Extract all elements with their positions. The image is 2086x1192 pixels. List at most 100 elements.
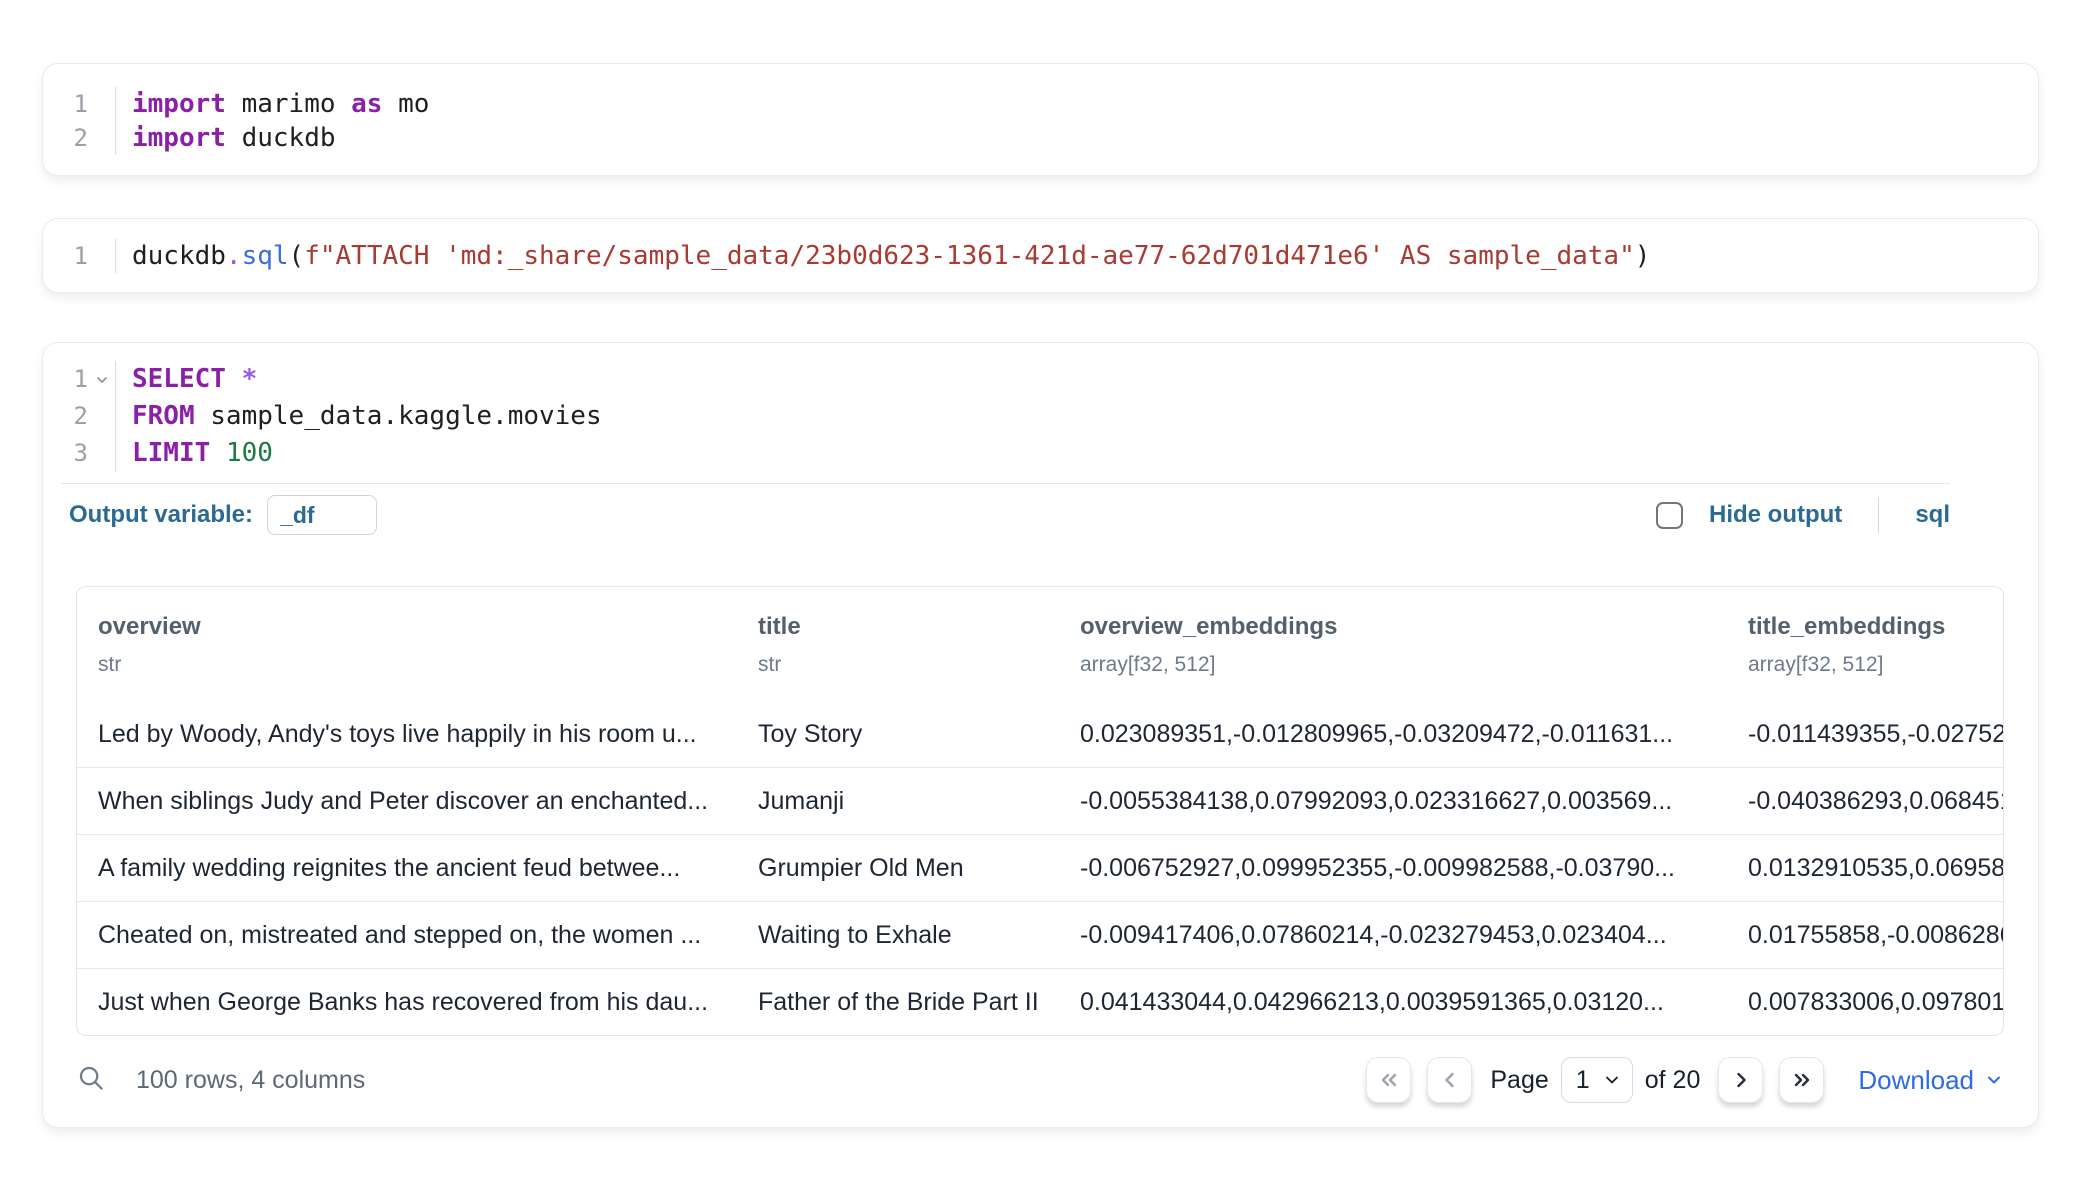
code-token [210, 438, 226, 468]
cell-overview: Just when George Banks has recovered fro… [77, 969, 740, 1036]
output-variable-label: Output variable: [69, 501, 253, 529]
table-row: A family wedding reignites the ancient f… [77, 835, 2004, 902]
code-token: * [242, 364, 258, 394]
page-label: Page [1490, 1066, 1548, 1095]
line-number: 2 [44, 121, 88, 155]
first-page-button[interactable] [1366, 1057, 1411, 1103]
column-header-overview-embeddings[interactable]: overview_embeddings array[f32, 512] [1062, 587, 1730, 701]
column-header-title-embeddings[interactable]: title_embeddings array[f32, 512] [1730, 587, 2004, 701]
cell-title: Grumpier Old Men [740, 835, 1062, 902]
line-gutter: 3 [43, 435, 116, 472]
code-token: import [132, 89, 226, 119]
page-number-select[interactable]: 1 [1561, 1057, 1633, 1103]
column-dtype: str [758, 651, 1056, 679]
code-cell-imports[interactable]: 1 import marimo as mo 2 import duckdb [42, 63, 2039, 176]
column-name: overview [98, 611, 734, 643]
cell-title-embeddings: 0.0132910535,0.069581 [1730, 835, 2004, 902]
cell-overview-embeddings: 0.023089351,-0.012809965,-0.03209472,-0.… [1062, 701, 1730, 768]
cell-title-embeddings: -0.040386293,0.068451 [1730, 768, 2004, 835]
notebook-page: 1 import marimo as mo 2 import duckdb 1 … [0, 0, 2086, 1192]
column-header-overview[interactable]: overview str [77, 587, 740, 701]
toolbar-divider [1878, 497, 1879, 533]
cell-title: Jumanji [740, 768, 1062, 835]
cell-title: Waiting to Exhale [740, 902, 1062, 969]
code-token [226, 364, 242, 394]
table-row: Cheated on, mistreated and stepped on, t… [77, 902, 2004, 969]
code-editor[interactable]: 1 SELECT * 2 FROM sample_data.kaggle.mov… [43, 343, 2038, 483]
chevron-left-icon [1438, 1068, 1462, 1092]
code-token: ( [289, 241, 305, 271]
line-number: 1 [44, 87, 88, 121]
column-dtype: array[f32, 512] [1080, 651, 1724, 679]
cell-overview: Cheated on, mistreated and stepped on, t… [77, 902, 740, 969]
search-icon[interactable] [76, 1063, 106, 1098]
dataframe-table-card: overview str title str overview_embeddin… [76, 586, 2004, 1036]
line-gutter: 1 [43, 87, 116, 121]
language-badge-sql[interactable]: sql [1915, 501, 1950, 529]
chevron-down-icon [1984, 1070, 2004, 1090]
column-header-title[interactable]: title str [740, 587, 1062, 701]
code-editor[interactable]: 1 duckdb.sql(f"ATTACH 'md:_share/sample_… [43, 219, 2038, 293]
code-line[interactable]: 1 SELECT * [43, 361, 2038, 398]
cell-overview: Led by Woody, Andy's toys live happily i… [77, 701, 740, 768]
code-cell-attach[interactable]: 1 duckdb.sql(f"ATTACH 'md:_share/sample_… [42, 218, 2039, 293]
dataframe-table: overview str title str overview_embeddin… [77, 587, 2004, 1035]
column-dtype: str [98, 651, 734, 679]
code-token: . [226, 241, 242, 271]
line-gutter: 1 [43, 239, 116, 273]
cell-title: Toy Story [740, 701, 1062, 768]
column-name: title [758, 611, 1056, 643]
sql-cell[interactable]: 1 SELECT * 2 FROM sample_data.kaggle.mov… [42, 342, 2039, 1128]
query-output: overview str title str overview_embeddin… [43, 546, 2038, 1104]
chevron-right-icon [1729, 1068, 1753, 1092]
code-editor[interactable]: 1 import marimo as mo 2 import duckdb [43, 64, 2038, 177]
code-token: as [351, 89, 382, 119]
previous-page-button[interactable] [1427, 1057, 1472, 1103]
last-page-button[interactable] [1779, 1057, 1824, 1103]
next-page-button[interactable] [1718, 1057, 1763, 1103]
hide-output-label[interactable]: Hide output [1709, 501, 1842, 529]
code-token: 100 [226, 438, 273, 468]
fold-chevron-down-icon[interactable] [88, 361, 115, 398]
page-number-value: 1 [1576, 1066, 1590, 1095]
cell-overview: When siblings Judy and Peter discover an… [77, 768, 740, 835]
line-gutter: 2 [43, 121, 116, 155]
line-number: 2 [44, 398, 88, 435]
code-token: ) [1635, 241, 1651, 271]
cell-title-embeddings: 0.01755858,-0.0086286 [1730, 902, 2004, 969]
cell-overview-embeddings: -0.0055384138,0.07992093,0.023316627,0.0… [1062, 768, 1730, 835]
output-variable-input[interactable] [267, 495, 377, 535]
line-gutter: 1 [43, 361, 116, 398]
code-line[interactable]: 1 import marimo as mo [43, 87, 2038, 121]
line-number: 1 [44, 361, 88, 398]
code-token: duckdb [226, 123, 336, 153]
cell-overview-embeddings: -0.006752927,0.099952355,-0.009982588,-0… [1062, 835, 1730, 902]
line-number: 3 [44, 435, 88, 472]
column-name: overview_embeddings [1080, 611, 1724, 643]
cell-overview-embeddings: 0.041433044,0.042966213,0.0039591365,0.0… [1062, 969, 1730, 1036]
row-count-summary: 100 rows, 4 columns [136, 1066, 365, 1095]
code-token: marimo [226, 89, 351, 119]
code-line[interactable]: 2 FROM sample_data.kaggle.movies [43, 398, 2038, 435]
code-token: duckdb [132, 241, 226, 271]
cell-overview: A family wedding reignites the ancient f… [77, 835, 740, 902]
page-total-label: of 20 [1645, 1066, 1701, 1095]
column-dtype: array[f32, 512] [1748, 651, 1999, 679]
download-button[interactable]: Download [1858, 1065, 2004, 1096]
code-token: f"ATTACH 'md:_share/sample_data/23b0d623… [304, 241, 1635, 271]
cell-title: Father of the Bride Part II [740, 969, 1062, 1036]
chevron-down-icon [1602, 1070, 1622, 1090]
code-token: mo [382, 89, 429, 119]
code-line[interactable]: 3 LIMIT 100 [43, 435, 2038, 472]
column-name: title_embeddings [1748, 611, 1999, 643]
code-token: sample_data.kaggle.movies [195, 401, 602, 431]
download-label: Download [1858, 1065, 1974, 1096]
code-line[interactable]: 1 duckdb.sql(f"ATTACH 'md:_share/sample_… [43, 239, 2038, 273]
line-gutter: 2 [43, 398, 116, 435]
hide-output-checkbox[interactable] [1656, 502, 1683, 529]
code-token: FROM [132, 401, 195, 431]
code-line[interactable]: 2 import duckdb [43, 121, 2038, 155]
cell-title-embeddings: -0.011439355,-0.027525 [1730, 701, 2004, 768]
cell-overview-embeddings: -0.009417406,0.07860214,-0.023279453,0.0… [1062, 902, 1730, 969]
chevrons-left-icon [1377, 1068, 1401, 1092]
